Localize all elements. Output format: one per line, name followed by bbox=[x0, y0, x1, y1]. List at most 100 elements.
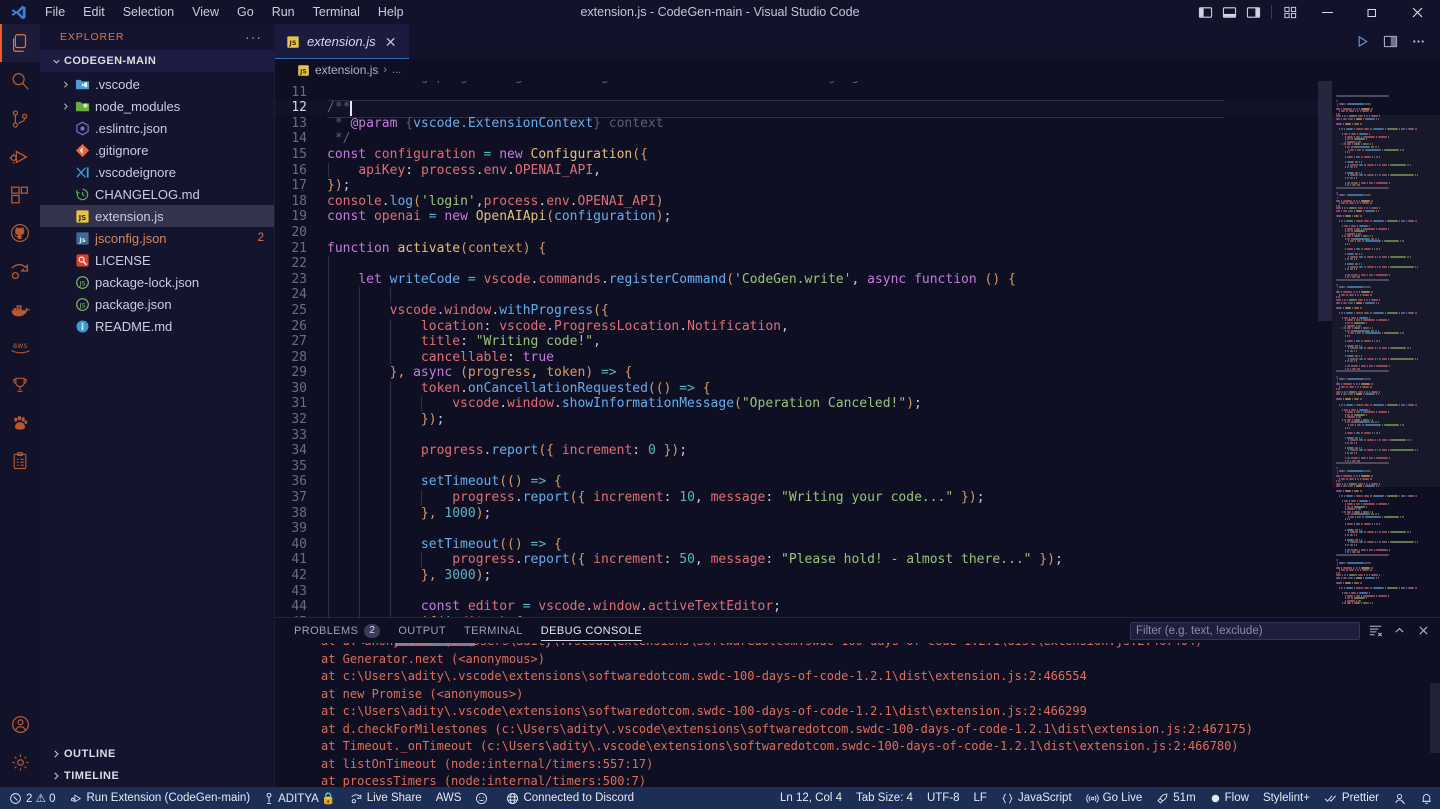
status-live-share[interactable]: Live Share bbox=[343, 787, 429, 809]
menu-edit[interactable]: Edit bbox=[74, 1, 114, 23]
code-line[interactable]: 24 bbox=[275, 287, 1332, 303]
code-line[interactable]: 31 vscode.window.showInformationMessage(… bbox=[275, 396, 1332, 413]
activity-docker-icon[interactable] bbox=[0, 290, 40, 328]
code-line[interactable]: 13 * @param {vscode.ExtensionContext} co… bbox=[275, 116, 1332, 132]
code-line[interactable]: 18 console.log('login',process.env.OPENAI… bbox=[275, 194, 1332, 210]
activity-github-icon[interactable] bbox=[0, 214, 40, 252]
menu-selection[interactable]: Selection bbox=[114, 1, 183, 23]
code-line[interactable]: 41 progress.report({ increment: 50, mess… bbox=[275, 552, 1332, 568]
status-flow[interactable]: Flow bbox=[1203, 787, 1256, 809]
code-line[interactable]: 35 bbox=[275, 458, 1332, 475]
status-encoding[interactable]: UTF-8 bbox=[920, 787, 967, 809]
code-line[interactable]: 12 /** bbox=[275, 100, 1332, 118]
code-line[interactable]: 19 const openai = new OpenAIApi(configura… bbox=[275, 209, 1332, 225]
status-cursor-position[interactable]: Ln 12, Col 4 bbox=[773, 787, 849, 809]
code-line[interactable]: 40 setTimeout(() => { bbox=[275, 536, 1332, 553]
code-line[interactable]: 14 */ bbox=[275, 131, 1332, 147]
sidebar-more-actions-icon[interactable]: ··· bbox=[245, 30, 262, 44]
more-actions-button[interactable] bbox=[1406, 30, 1430, 54]
activity-source-control-icon[interactable] bbox=[0, 100, 40, 138]
code-line[interactable]: 22 bbox=[275, 256, 1332, 272]
code-line[interactable]: 44 const editor = vscode.window.activeTe… bbox=[275, 599, 1332, 615]
code-line[interactable]: 29 }, async (progress, token) => { bbox=[275, 365, 1332, 381]
console-vertical-scrollbar[interactable] bbox=[1430, 643, 1440, 787]
sidebar-section-outline[interactable]: OUTLINE bbox=[40, 743, 274, 765]
status-aws[interactable]: AWS bbox=[429, 787, 469, 809]
maximize-button[interactable] bbox=[1350, 0, 1395, 24]
activity-explorer-icon[interactable] bbox=[0, 24, 40, 62]
tree-item-extension-js[interactable]: JS extension.js bbox=[40, 205, 274, 227]
minimap[interactable] bbox=[1332, 81, 1440, 617]
code-line[interactable]: 39 bbox=[275, 521, 1332, 537]
panel-tab-output[interactable]: OUTPUT bbox=[389, 618, 455, 643]
panel-tab-debug-console[interactable]: DEBUG CONSOLE bbox=[532, 618, 651, 643]
minimize-button[interactable] bbox=[1305, 0, 1350, 24]
menu-terminal[interactable]: Terminal bbox=[304, 1, 369, 23]
code-line[interactable]: 20 bbox=[275, 225, 1332, 241]
tree-item-license[interactable]: LICENSE bbox=[40, 249, 274, 271]
split-editor-button[interactable] bbox=[1378, 30, 1402, 54]
breadcrumb[interactable]: JS extension.js › ... bbox=[275, 59, 1440, 81]
status-feedback[interactable] bbox=[1386, 787, 1413, 809]
activity-live-share-icon[interactable] bbox=[0, 252, 40, 290]
editor-vertical-scrollbar[interactable] bbox=[1318, 81, 1332, 617]
activity-account-icon[interactable] bbox=[0, 705, 40, 743]
file-tree[interactable]: .vscode node_modules .eslintrc.json .git… bbox=[40, 72, 274, 743]
status-language-mode[interactable]: JavaScript bbox=[994, 787, 1079, 809]
close-button[interactable] bbox=[1395, 0, 1440, 24]
explorer-folder-row[interactable]: CODEGEN-MAIN bbox=[40, 50, 274, 72]
menu-bar[interactable]: File Edit Selection View Go Run Terminal… bbox=[36, 1, 413, 23]
status-eol[interactable]: LF bbox=[967, 787, 994, 809]
status-stylelint[interactable]: Stylelint+ bbox=[1256, 787, 1317, 809]
tree-item-vscode-folder[interactable]: .vscode bbox=[40, 73, 274, 95]
activity-trophy-icon[interactable] bbox=[0, 366, 40, 404]
status-smiley[interactable] bbox=[468, 787, 499, 809]
status-code-time[interactable]: 51m bbox=[1149, 787, 1202, 809]
code-line[interactable]: 43 bbox=[275, 583, 1332, 600]
breadcrumb-file[interactable]: extension.js bbox=[315, 63, 378, 77]
tab-extension-js[interactable]: JS extension.js ✕ bbox=[275, 24, 410, 59]
clear-console-icon[interactable] bbox=[1366, 622, 1384, 640]
status-notifications[interactable] bbox=[1413, 787, 1440, 809]
debug-console-output[interactable]: at d.<anonymous> (c:\Users\adity\.vscode… bbox=[275, 643, 1440, 787]
close-panel-icon[interactable] bbox=[1414, 622, 1432, 640]
status-user-aditya[interactable]: ADITYA 🔒 bbox=[257, 787, 343, 809]
code-line[interactable]: 23 let writeCode = vscode.commands.regis… bbox=[275, 271, 1332, 288]
status-prettier[interactable]: Prettier bbox=[1317, 787, 1386, 809]
tree-item-vscodeignore[interactable]: .vscodeignore bbox=[40, 161, 274, 183]
tree-item-readme-md[interactable]: README.md bbox=[40, 315, 274, 337]
code-line[interactable]: 37 progress.report({ increment: 10, mess… bbox=[275, 490, 1332, 506]
tree-item-node-modules-folder[interactable]: node_modules bbox=[40, 95, 274, 117]
activity-search-icon[interactable] bbox=[0, 62, 40, 100]
activity-paw-icon[interactable] bbox=[0, 404, 40, 442]
code-line[interactable]: 26 location: vscode.ProgressLocation.Not… bbox=[275, 318, 1332, 335]
tree-item-package-lock-json[interactable]: JS package-lock.json bbox=[40, 271, 274, 293]
breadcrumb-rest[interactable]: ... bbox=[392, 64, 401, 76]
menu-help[interactable]: Help bbox=[369, 1, 413, 23]
code-line[interactable]: 17}); bbox=[275, 178, 1332, 194]
code-editor[interactable]: 10// 4. Writing programming code using i… bbox=[275, 81, 1332, 617]
code-line[interactable]: 38 }, 1000); bbox=[275, 505, 1332, 522]
code-line[interactable]: 15 const configuration = new Configuratio… bbox=[275, 147, 1332, 163]
code-line[interactable]: 16 apiKey: process.env.OPENAI_API, bbox=[275, 162, 1332, 179]
status-run-extension[interactable]: Run Extension (CodeGen-main) bbox=[63, 787, 258, 809]
menu-file[interactable]: File bbox=[36, 1, 74, 23]
filter-input-wrapper[interactable] bbox=[1130, 621, 1360, 640]
toggle-panel-icon[interactable] bbox=[1218, 1, 1240, 23]
activity-run-debug-icon[interactable] bbox=[0, 138, 40, 176]
code-line[interactable]: 33 bbox=[275, 427, 1332, 444]
tree-item-jsconfig-json[interactable]: Js jsconfig.json 2 bbox=[40, 227, 274, 249]
code-line[interactable]: 36 setTimeout(() => { bbox=[275, 474, 1332, 491]
status-go-live[interactable]: Go Live bbox=[1079, 787, 1150, 809]
panel-tab-problems[interactable]: PROBLEMS 2 bbox=[285, 618, 389, 643]
code-line[interactable]: 45 if(!editor) { bbox=[275, 614, 1332, 617]
panel-tab-terminal[interactable]: TERMINAL bbox=[455, 618, 532, 643]
tree-item-package-json[interactable]: JS package.json bbox=[40, 293, 274, 315]
sidebar-section-timeline[interactable]: TIMELINE bbox=[40, 765, 274, 787]
code-line[interactable]: 34 progress.report({ increment: 0 }); bbox=[275, 443, 1332, 459]
menu-run[interactable]: Run bbox=[263, 1, 304, 23]
activity-clipboard-icon[interactable] bbox=[0, 442, 40, 480]
toggle-secondary-sidebar-icon[interactable] bbox=[1242, 1, 1264, 23]
code-line[interactable]: 21 function activate(context) { bbox=[275, 241, 1332, 257]
filter-input[interactable] bbox=[1136, 624, 1354, 637]
